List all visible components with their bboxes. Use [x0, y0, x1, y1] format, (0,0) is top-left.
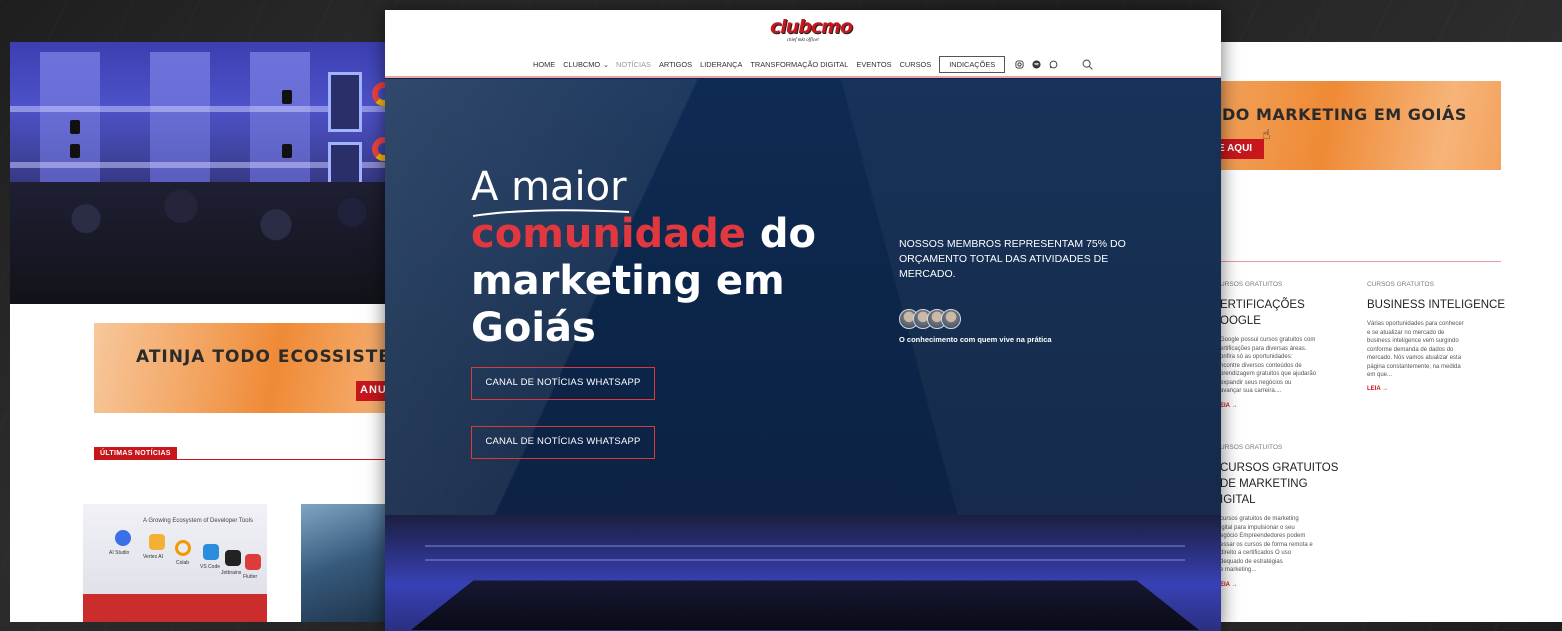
post-excerpt: Google possui cursos gratuitos com ertifi…	[1220, 336, 1350, 396]
card-label: VS Code	[200, 564, 220, 570]
stage-photo	[385, 515, 1221, 631]
read-more-link[interactable]: EIA →	[1220, 582, 1237, 588]
post-excerpt: cursos gratuitos de marketing igital para…	[1220, 515, 1350, 575]
read-more-link[interactable]: LEIA →	[1367, 386, 1388, 392]
members-stat: NOSSOS MEMBROS REPRESENTAM 75% DO ORÇAME…	[899, 237, 1149, 282]
clubcmo-logo[interactable]: clubcmo chief mkt officer	[770, 18, 836, 48]
card-label: Jetbrains	[221, 570, 241, 576]
headline-line: do	[746, 211, 816, 257]
card-label: Colab	[176, 560, 189, 566]
post-title-line: ERTIFICAÇÕES	[1220, 297, 1305, 313]
right-page-preview: DO MARKETING EM GOIÁS E AQUI ☝ URSOS GRA…	[1212, 42, 1562, 622]
post-category: URSOS GRATUITOS	[1220, 444, 1282, 451]
ad-banner-right[interactable]: DO MARKETING EM GOIÁS E AQUI ☝	[1212, 81, 1501, 170]
whatsapp-channel-button-1[interactable]: CANAL DE NOTÍCIAS WHATSAPP	[471, 367, 655, 400]
vscode-icon	[203, 544, 219, 560]
main-page-preview: clubcmo chief mkt officer HOME CLUBCMO ⌄…	[385, 10, 1221, 631]
member-avatars	[899, 309, 955, 329]
menu-item-transformacao-digital[interactable]: TRANSFORMAÇÃO DIGITAL	[750, 60, 848, 69]
jetbrains-icon	[225, 550, 241, 566]
menu-item-home[interactable]: HOME	[533, 60, 555, 69]
divider	[94, 459, 390, 460]
menu-item-lideranca[interactable]: LIDERANÇA	[700, 60, 742, 69]
spotify-icon[interactable]	[1032, 60, 1041, 69]
logo-subtitle: chief mkt officer	[770, 38, 836, 43]
headline-line: Goiás	[471, 305, 831, 352]
post-title[interactable]: BUSINESS INTELIGENCE	[1367, 297, 1505, 313]
menu-item-clubcmo[interactable]: CLUBCMO	[563, 60, 600, 69]
post-title-line: DE MARKETING	[1220, 476, 1338, 492]
ad-banner-text: DO MARKETING EM GOIÁS	[1222, 105, 1467, 124]
post-title-line: OOGLE	[1220, 313, 1305, 329]
vertex-ai-icon	[149, 534, 165, 550]
left-page-preview: ATINJA TODO ECOSSISTEM ANU ÚLTIMAS NOTÍC…	[10, 42, 390, 622]
avatar	[941, 309, 961, 329]
whatsapp-channel-button-2[interactable]: CANAL DE NOTÍCIAS WHATSAPP	[471, 426, 655, 459]
divider	[1212, 261, 1501, 262]
post-title-line: BUSINESS INTELIGENCE	[1367, 297, 1505, 313]
colab-icon	[175, 540, 191, 556]
ad-banner-left[interactable]: ATINJA TODO ECOSSISTEM ANU	[94, 323, 390, 413]
post-excerpt: Várias oportunidades para conhecer e se a…	[1367, 320, 1497, 380]
cursor-icon: ☝	[1262, 127, 1271, 143]
post-title-line: CURSOS GRATUITOS	[1220, 460, 1338, 476]
whatsapp-icon[interactable]	[1049, 60, 1058, 69]
menu-item-noticias[interactable]: NOTÍCIAS	[616, 60, 651, 69]
news-card-image[interactable]: A Growing Ecosystem of Developer Tools A…	[83, 504, 267, 622]
search-icon[interactable]	[1082, 59, 1093, 70]
flutter-icon	[245, 554, 261, 570]
logo-text: clubcmo	[770, 18, 836, 37]
headline-line: marketing em	[471, 258, 831, 305]
read-more-link[interactable]: EIA →	[1220, 403, 1237, 409]
news-card-image-2[interactable]	[301, 504, 390, 622]
post-category: URSOS GRATUITOS	[1220, 281, 1282, 288]
post-title[interactable]: CURSOS GRATUITOS DE MARKETING IGITAL	[1220, 460, 1338, 508]
instagram-icon[interactable]	[1015, 60, 1024, 69]
indicacoes-button[interactable]: INDICAÇÕES	[939, 56, 1005, 73]
avatars-caption: O conhecimento com quem vive na prática	[899, 335, 1052, 344]
card-label: Flutter	[243, 574, 257, 580]
menu-item-artigos[interactable]: ARTIGOS	[659, 60, 692, 69]
post-title-line: IGITAL	[1220, 492, 1338, 508]
underline-swoosh	[471, 205, 631, 219]
hero-headline: A maior comunidade do marketing em Goiás	[471, 164, 831, 352]
event-photo	[10, 42, 390, 304]
headline-line: A maior	[471, 164, 831, 211]
menu-item-eventos[interactable]: EVENTOS	[856, 60, 891, 69]
card-heading: A Growing Ecosystem of Developer Tools	[143, 518, 253, 524]
main-menu: HOME CLUBCMO ⌄ NOTÍCIAS ARTIGOS LIDERANÇ…	[533, 56, 1101, 73]
top-navbar: clubcmo chief mkt officer HOME CLUBCMO ⌄…	[385, 10, 1221, 78]
ai-studio-icon	[115, 530, 131, 546]
card-label: Vertex AI	[143, 554, 163, 560]
stage-decor	[83, 594, 267, 622]
post-title[interactable]: ERTIFICAÇÕES OOGLE	[1220, 297, 1305, 329]
menu-item-cursos[interactable]: CURSOS	[900, 60, 932, 69]
post-category: CURSOS GRATUITOS	[1367, 281, 1434, 288]
card-label: AI Studio	[109, 550, 129, 556]
chevron-down-icon[interactable]: ⌄	[603, 61, 609, 69]
ad-banner-text: ATINJA TODO ECOSSISTEM	[136, 347, 390, 367]
